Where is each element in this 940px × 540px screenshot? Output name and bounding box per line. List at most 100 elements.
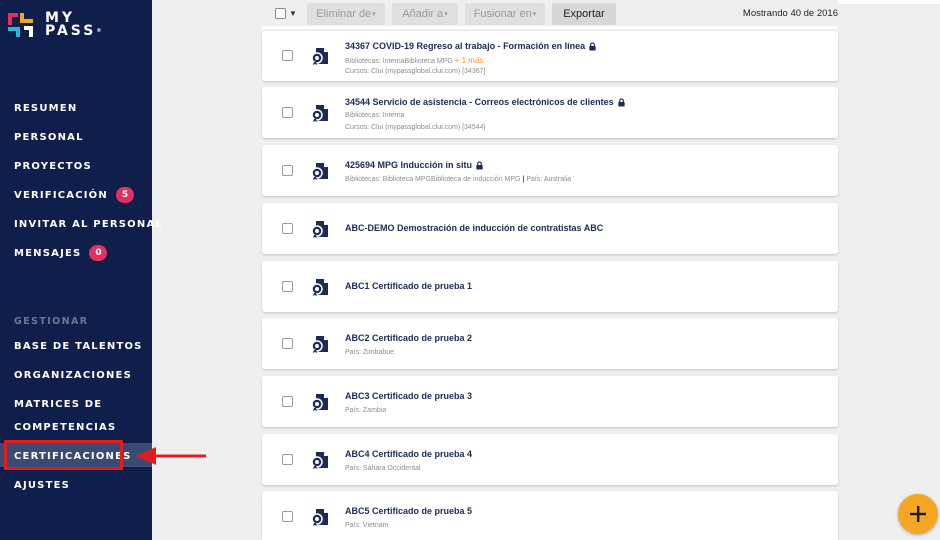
merge-into-button[interactable]: Fusionar en ▾ [465, 3, 545, 25]
title-text: ABC-DEMO Demostración de inducción de co… [345, 223, 604, 233]
lock-icon [589, 41, 596, 51]
certification-libraries: Bibliotecas: Interna [345, 112, 405, 119]
lock-icon [476, 160, 483, 170]
sidebar-item-organizaciones[interactable]: ORGANIZACIONES [14, 365, 132, 385]
logo-wordmark: MY PASS® [45, 11, 102, 39]
title-text: ABC1 Certificado de prueba 1 [345, 281, 473, 291]
select-caret-icon[interactable]: ▼ [289, 9, 297, 18]
sidebar-item-label: VERIFICACIÓN [14, 189, 108, 201]
export-button[interactable]: Exportar [552, 3, 616, 25]
list-item[interactable]: 425694 MPG Inducción in situ Bibliotecas… [262, 145, 838, 196]
certification-title[interactable]: ABC1 Certificado de prueba 1 [345, 281, 472, 291]
certification-libraries: Bibliotecas: Biblioteca MPGBiblioteca de… [345, 176, 571, 183]
row-checkbox[interactable] [282, 511, 293, 522]
row-checkbox[interactable] [282, 107, 293, 118]
annotation-arrow-icon [136, 447, 206, 465]
list-item[interactable]: ABC4 Certificado de prueba 4 País: Sáhar… [262, 434, 838, 485]
list-item[interactable]: ABC5 Certificado de prueba 5 País: Vietn… [262, 491, 838, 540]
list-item[interactable]: 34367 COVID-19 Regreso al trabajo - Form… [262, 31, 838, 81]
add-to-button[interactable]: Añadir a ▾ [392, 3, 458, 25]
sidebar-item-personal[interactable]: PERSONAL [14, 127, 84, 147]
certification-title[interactable]: ABC4 Certificado de prueba 4 [345, 449, 472, 459]
libraries-text: Bibliotecas: Biblioteca MPGBiblioteca de… [345, 176, 521, 183]
merge-into-label: Fusionar en [473, 8, 532, 20]
verification-count-badge: 5 [115, 187, 134, 203]
messages-count-badge: 0 [89, 245, 108, 261]
caret-down-icon: ▾ [532, 11, 537, 18]
certification-libraries: Bibliotecas: InternaBiblioteca MPG + 1 m… [345, 56, 483, 65]
certificate-icon [311, 452, 328, 469]
sidebar-item-label: INVITAR AL PERSONAL [14, 218, 163, 230]
sidebar-item-matrices[interactable]: MATRICES DE [14, 394, 102, 414]
certification-country: País: Vietnam [345, 522, 389, 529]
certificate-icon [311, 509, 328, 526]
caret-down-icon: ▾ [372, 11, 376, 18]
logo[interactable]: MY PASS® [6, 10, 101, 40]
certificate-icon [311, 105, 328, 122]
certification-title[interactable]: ABC3 Certificado de prueba 3 [345, 391, 472, 401]
row-checkbox[interactable] [282, 338, 293, 349]
sidebar-item-resumen[interactable]: RESUMEN [14, 98, 77, 118]
certificate-icon [311, 221, 328, 238]
toolbar: ▼ Eliminar de ▾ Añadir a ▾ Fusionar en ▾ Ex… [152, 0, 940, 28]
sidebar-item-label: MATRICES DE [14, 398, 103, 410]
certification-title[interactable]: 34367 COVID-19 Regreso al trabajo - Form… [345, 41, 597, 51]
toolbar-edge [838, 0, 940, 4]
certificate-icon [311, 336, 328, 353]
list-item[interactable]: ABC3 Certificado de prueba 3 País: Zambi… [262, 376, 838, 427]
add-certification-button[interactable] [898, 494, 938, 534]
certification-title[interactable]: 34544 Servicio de asistencia - Correos e… [345, 97, 626, 107]
certification-title[interactable]: ABC5 Certificado de prueba 5 [345, 506, 472, 516]
certification-country: País: Zambia [345, 407, 387, 414]
sidebar-item-label: MENSAJES [14, 247, 82, 259]
sidebar-item-base-de-talentos[interactable]: BASE DE TALENTOS [14, 336, 143, 356]
delete-from-button[interactable]: Eliminar de ▾ [307, 3, 385, 25]
row-checkbox[interactable] [282, 223, 293, 234]
sidebar-item-verificacion[interactable]: VERIFICACIÓN 5 [14, 185, 134, 205]
sidebar-item-label: PERSONAL [14, 131, 84, 143]
certification-courses: Cursos: Clui (mypassglobal.clui.com) [34… [345, 68, 486, 75]
results-count: Mostrando 40 de 2016 [742, 8, 838, 19]
sidebar-item-proyectos[interactable]: PROYECTOS [14, 156, 92, 176]
country-text: País: Australia [526, 176, 572, 183]
sidebar-item-label: AJUSTES [14, 479, 71, 491]
certification-title[interactable]: 425694 MPG Inducción in situ [345, 160, 484, 170]
title-text: 34544 Servicio de asistencia - Correos e… [345, 97, 614, 107]
certification-courses: Cursos: Clui (mypassglobal.clui.com) [34… [345, 124, 486, 131]
list-item[interactable]: ABC2 Certificado de prueba 2 País: Zimba… [262, 318, 838, 369]
certification-title[interactable]: ABC-DEMO Demostración de inducción de co… [345, 223, 603, 233]
mypass-logo-icon [8, 13, 33, 37]
certificate-icon [311, 163, 328, 180]
more-link[interactable]: + 1 más [455, 56, 484, 65]
sidebar-item-mensajes[interactable]: MENSAJES 0 [14, 243, 108, 263]
meta-separator: | [522, 176, 525, 183]
sidebar-item-label: BASE DE TALENTOS [14, 340, 143, 352]
row-checkbox[interactable] [282, 281, 293, 292]
row-checkbox[interactable] [282, 165, 293, 176]
export-label: Exportar [563, 8, 605, 20]
add-to-label: Añadir a [402, 8, 444, 20]
sidebar-item-label: RESUMEN [14, 102, 78, 114]
list-top-edge [262, 26, 838, 29]
sidebar-item-label: COMPETENCIAS [14, 421, 117, 433]
select-all-checkbox[interactable] [275, 8, 286, 19]
certificate-icon [311, 394, 328, 411]
sidebar-item-ajustes[interactable]: AJUSTES [14, 475, 70, 495]
certification-title[interactable]: ABC2 Certificado de prueba 2 [345, 333, 472, 343]
title-text: 425694 MPG Inducción in situ [345, 160, 473, 170]
annotation-highlight-box [4, 440, 123, 470]
sidebar-item-matrices-line2[interactable]: COMPETENCIAS [14, 417, 116, 437]
list-item[interactable]: 34544 Servicio de asistencia - Correos e… [262, 87, 838, 138]
list-item[interactable]: ABC1 Certificado de prueba 1 [262, 261, 838, 312]
sidebar-item-invitar[interactable]: INVITAR AL PERSONAL [14, 214, 163, 234]
certification-country: País: Sáhara Occidental [345, 465, 421, 472]
plus-icon [910, 506, 926, 522]
row-checkbox[interactable] [282, 396, 293, 407]
nav-section-gestionar: GESTIONAR [14, 316, 89, 327]
row-checkbox[interactable] [282, 454, 293, 465]
row-checkbox[interactable] [282, 50, 293, 61]
logo-line2: PASS [45, 23, 97, 39]
logo-registered-mark: ® [96, 28, 102, 34]
list-item[interactable]: ABC-DEMO Demostración de inducción de co… [262, 203, 838, 254]
delete-from-label: Eliminar de [316, 8, 372, 20]
